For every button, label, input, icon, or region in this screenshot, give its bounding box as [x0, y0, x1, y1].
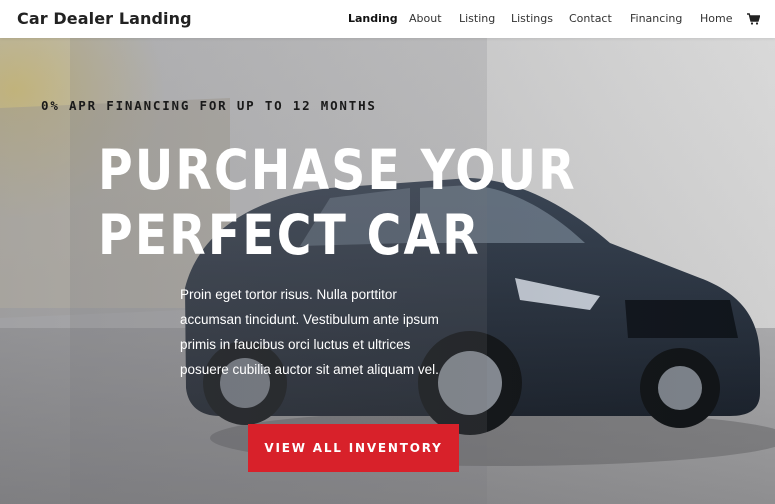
hero-description-line: posuere cubilia auctor sit amet aliquam …: [180, 362, 439, 377]
nav-link-home[interactable]: Home: [700, 12, 732, 25]
nav-link-financing[interactable]: Financing: [630, 12, 682, 25]
hero-description-line: accumsan tincidunt. Vestibulum ante ipsu…: [180, 312, 439, 327]
hero-description: Proin eget tortor risus. Nulla porttitor…: [180, 282, 470, 382]
nav-link-about[interactable]: About: [409, 12, 442, 25]
cart-icon[interactable]: [747, 13, 760, 25]
view-inventory-button[interactable]: VIEW ALL INVENTORY: [248, 424, 459, 472]
nav-link-contact[interactable]: Contact: [569, 12, 612, 25]
main-nav: Landing About Listing Listings Contact F…: [0, 12, 775, 28]
hero-headline: PURCHASE YOUR PERFECT CAR: [98, 138, 577, 268]
promo-tagline: 0% APR FINANCING FOR UP TO 12 MONTHS: [41, 98, 377, 113]
site-header: Car Dealer Landing Landing About Listing…: [0, 0, 775, 38]
hero-description-line: Proin eget tortor risus. Nulla porttitor: [180, 287, 397, 302]
nav-link-listing[interactable]: Listing: [459, 12, 495, 25]
hero-section: 0% APR FINANCING FOR UP TO 12 MONTHS PUR…: [0, 38, 775, 504]
hero-description-line: primis in faucibus orci luctus et ultric…: [180, 337, 411, 352]
nav-link-landing[interactable]: Landing: [348, 12, 398, 25]
headline-line-2: PERFECT CAR: [98, 203, 481, 267]
headline-line-1: PURCHASE YOUR: [98, 138, 577, 202]
nav-link-listings[interactable]: Listings: [511, 12, 553, 25]
